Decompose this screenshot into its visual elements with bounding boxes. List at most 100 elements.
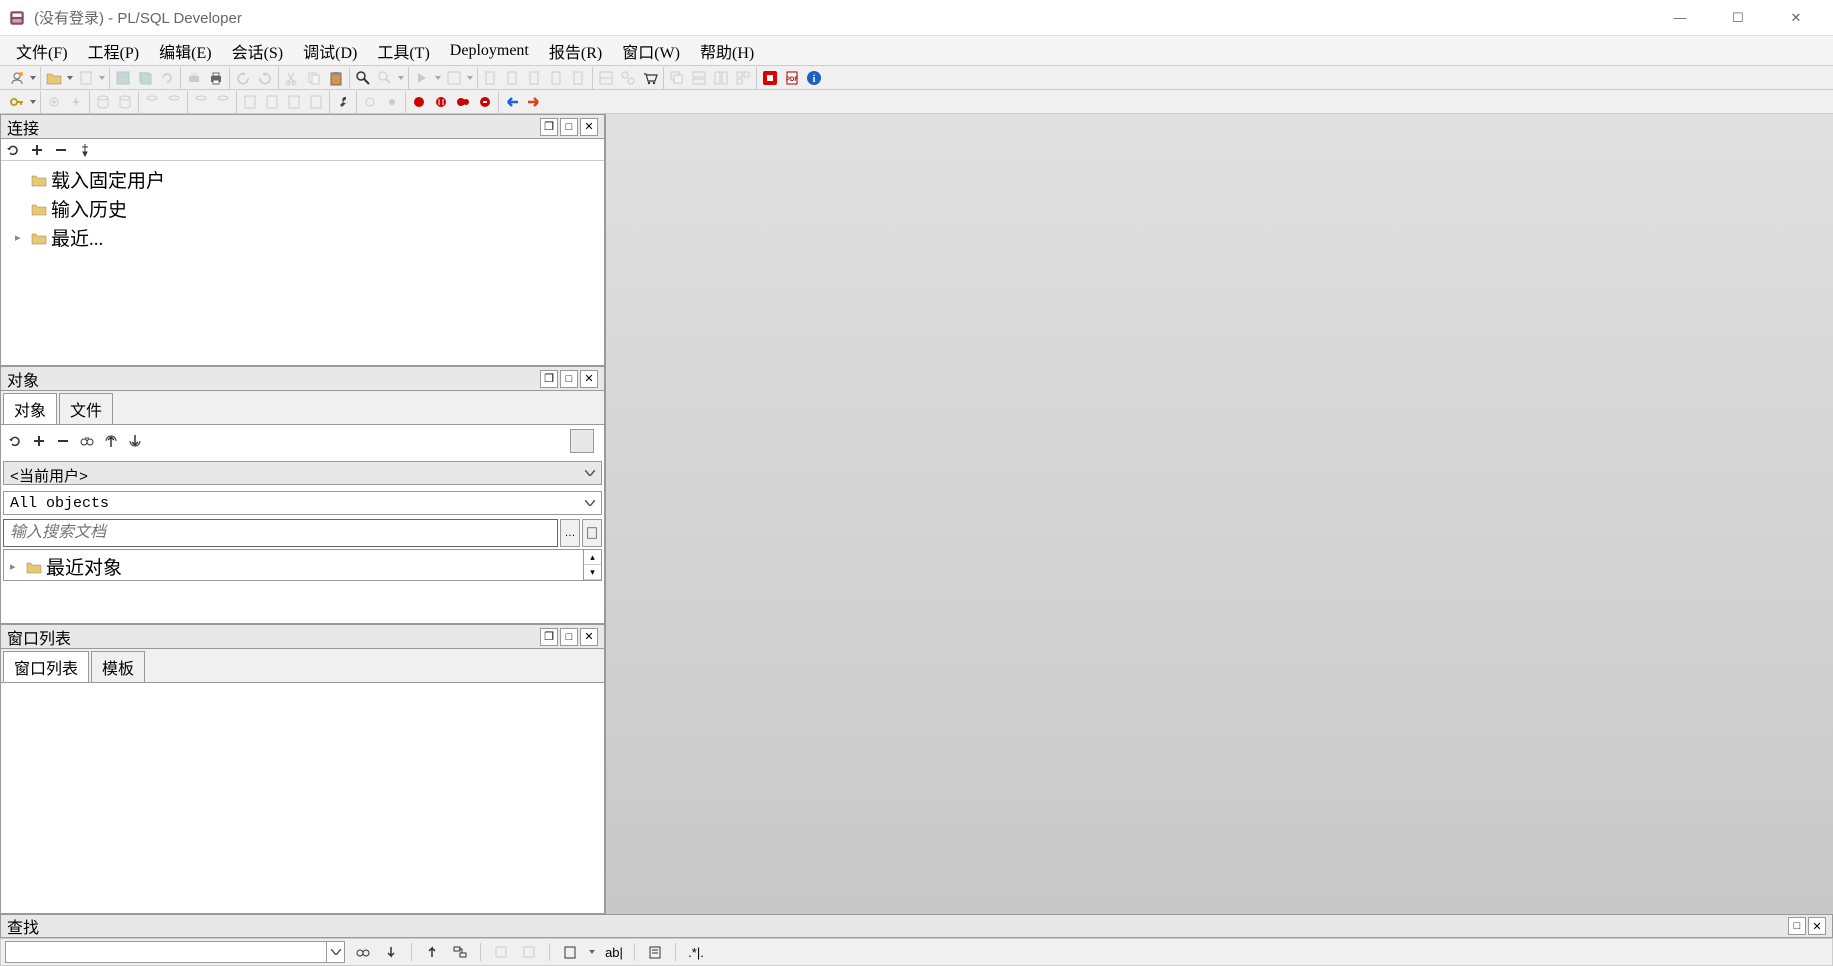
windowlist-close-button[interactable]: ✕ [580, 628, 598, 646]
search-text-icon[interactable]: ab| [604, 942, 624, 962]
refresh-icon[interactable] [5, 142, 21, 158]
arrow-up-icon[interactable] [103, 433, 119, 449]
pdf-icon[interactable]: PDF [782, 68, 802, 88]
arrow-right-icon[interactable] [524, 92, 544, 112]
connections-restore-button[interactable]: ❐ [540, 118, 558, 136]
info-icon[interactable]: i [804, 68, 824, 88]
wrench-icon[interactable] [333, 92, 353, 112]
execute-dropdown [434, 76, 442, 80]
tree-item-recent-objects[interactable]: ▸ 最近对象 [8, 552, 579, 580]
search-paste-icon[interactable] [645, 942, 665, 962]
tree-item-input-history[interactable]: 输入历史 [5, 194, 600, 223]
search-max-button[interactable]: □ [1788, 917, 1806, 935]
red-circle-1-icon[interactable] [409, 92, 429, 112]
windowlist-restore-button[interactable]: ❐ [540, 628, 558, 646]
pin-icon[interactable] [77, 142, 93, 158]
search-more-button[interactable]: … [560, 519, 580, 547]
cart-icon[interactable] [640, 68, 660, 88]
new-icon [76, 68, 96, 88]
refresh-icon[interactable] [7, 433, 23, 449]
gear2-icon [360, 92, 380, 112]
windowlist-max-button[interactable]: □ [560, 628, 578, 646]
menu-help[interactable]: 帮助(H) [690, 34, 764, 68]
menu-session[interactable]: 会话(S) [222, 34, 294, 68]
search-combo[interactable] [5, 941, 345, 963]
red-circle-3-icon[interactable] [453, 92, 473, 112]
compile4-icon [547, 68, 567, 88]
menu-project[interactable]: 工程(P) [78, 34, 150, 68]
search-binoculars-icon[interactable] [353, 942, 373, 962]
search-doc-button[interactable] [582, 519, 602, 547]
tile-v-icon [711, 68, 731, 88]
arrow-left-icon[interactable] [502, 92, 522, 112]
chevron-down-icon[interactable] [326, 942, 344, 962]
menu-tools[interactable]: 工具(T) [367, 34, 439, 68]
menu-window[interactable]: 窗口(W) [612, 34, 690, 68]
cut-icon [282, 68, 302, 88]
search-regex-icon[interactable]: .*|. [686, 942, 706, 962]
open-dropdown[interactable] [66, 76, 74, 80]
tab-files[interactable]: 文件 [59, 393, 113, 424]
objects-header: 对象 ❐ □ ✕ [1, 367, 604, 391]
objects-tree[interactable]: ▸ 最近对象 ▴ ▾ [3, 549, 602, 581]
tree-item-fixed-users[interactable]: 载入固定用户 [5, 165, 600, 194]
tab-objects[interactable]: 对象 [3, 393, 57, 424]
scroll-down-icon[interactable]: ▾ [584, 565, 601, 580]
printer-icon[interactable] [206, 68, 226, 88]
search-clipboard-icon[interactable] [560, 942, 580, 962]
tree-item-recent[interactable]: ▸ 最近... [5, 223, 600, 252]
search-clipboard-dropdown[interactable] [588, 950, 596, 954]
search-input[interactable] [3, 519, 558, 547]
menu-deployment[interactable]: Deployment [440, 37, 539, 65]
key-dropdown[interactable] [29, 100, 37, 104]
objects-max-button[interactable]: □ [560, 370, 578, 388]
connections-close-button[interactable]: ✕ [580, 118, 598, 136]
search-close-button[interactable]: ✕ [1808, 917, 1826, 935]
minimize-button[interactable]: — [1651, 0, 1709, 36]
objects-restore-button[interactable]: ❐ [540, 370, 558, 388]
user-combo[interactable]: <当前用户> [3, 461, 602, 485]
arrow-down-icon[interactable] [127, 433, 143, 449]
main-area: 连接 ❐ □ ✕ 载入固定用户 [0, 114, 1833, 914]
find-icon[interactable] [353, 68, 373, 88]
copy-icon [304, 68, 324, 88]
minus-icon[interactable] [53, 142, 69, 158]
menu-file[interactable]: 文件(F) [6, 34, 78, 68]
scroll-up-icon[interactable]: ▴ [584, 550, 601, 565]
red-circle-2-icon[interactable] [431, 92, 451, 112]
objects-close-button[interactable]: ✕ [580, 370, 598, 388]
filter-combo[interactable]: All objects [3, 491, 602, 515]
connections-max-button[interactable]: □ [560, 118, 578, 136]
menu-edit[interactable]: 编辑(E) [149, 34, 221, 68]
login-dropdown[interactable] [29, 76, 37, 80]
cascade-icon [667, 68, 687, 88]
chevron-down-icon[interactable] [579, 492, 601, 514]
open-icon[interactable] [44, 68, 64, 88]
red-circle-4-icon[interactable] [475, 92, 495, 112]
connections-tree[interactable]: 载入固定用户 输入历史 ▸ 最近... [1, 161, 604, 365]
binoculars-icon[interactable] [79, 433, 95, 449]
objects-panel: 对象 ❐ □ ✕ 对象 文件 <当前用户> [0, 366, 605, 624]
search-down-icon[interactable] [381, 942, 401, 962]
plus-icon[interactable] [31, 433, 47, 449]
expander-icon[interactable]: ▸ [15, 231, 27, 244]
tab-templates[interactable]: 模板 [91, 651, 145, 682]
tab-windowlist[interactable]: 窗口列表 [3, 651, 89, 682]
menu-debug[interactable]: 调试(D) [293, 34, 367, 68]
plus-icon[interactable] [29, 142, 45, 158]
color-box[interactable] [570, 429, 594, 453]
tree-label: 最近对象 [46, 553, 122, 580]
minus-icon[interactable] [55, 433, 71, 449]
maximize-button[interactable]: ☐ [1709, 0, 1767, 36]
search-replace-icon[interactable] [450, 942, 470, 962]
search-up-icon[interactable] [422, 942, 442, 962]
stop-icon[interactable] [760, 68, 780, 88]
left-pane: 连接 ❐ □ ✕ 载入固定用户 [0, 114, 605, 914]
expander-icon[interactable]: ▸ [10, 560, 22, 573]
chevron-down-icon[interactable] [579, 462, 601, 484]
menu-report[interactable]: 报告(R) [539, 34, 612, 68]
paste-icon[interactable] [326, 68, 346, 88]
login-icon[interactable] [7, 68, 27, 88]
key-icon[interactable] [7, 92, 27, 112]
close-button[interactable]: ✕ [1767, 0, 1825, 36]
